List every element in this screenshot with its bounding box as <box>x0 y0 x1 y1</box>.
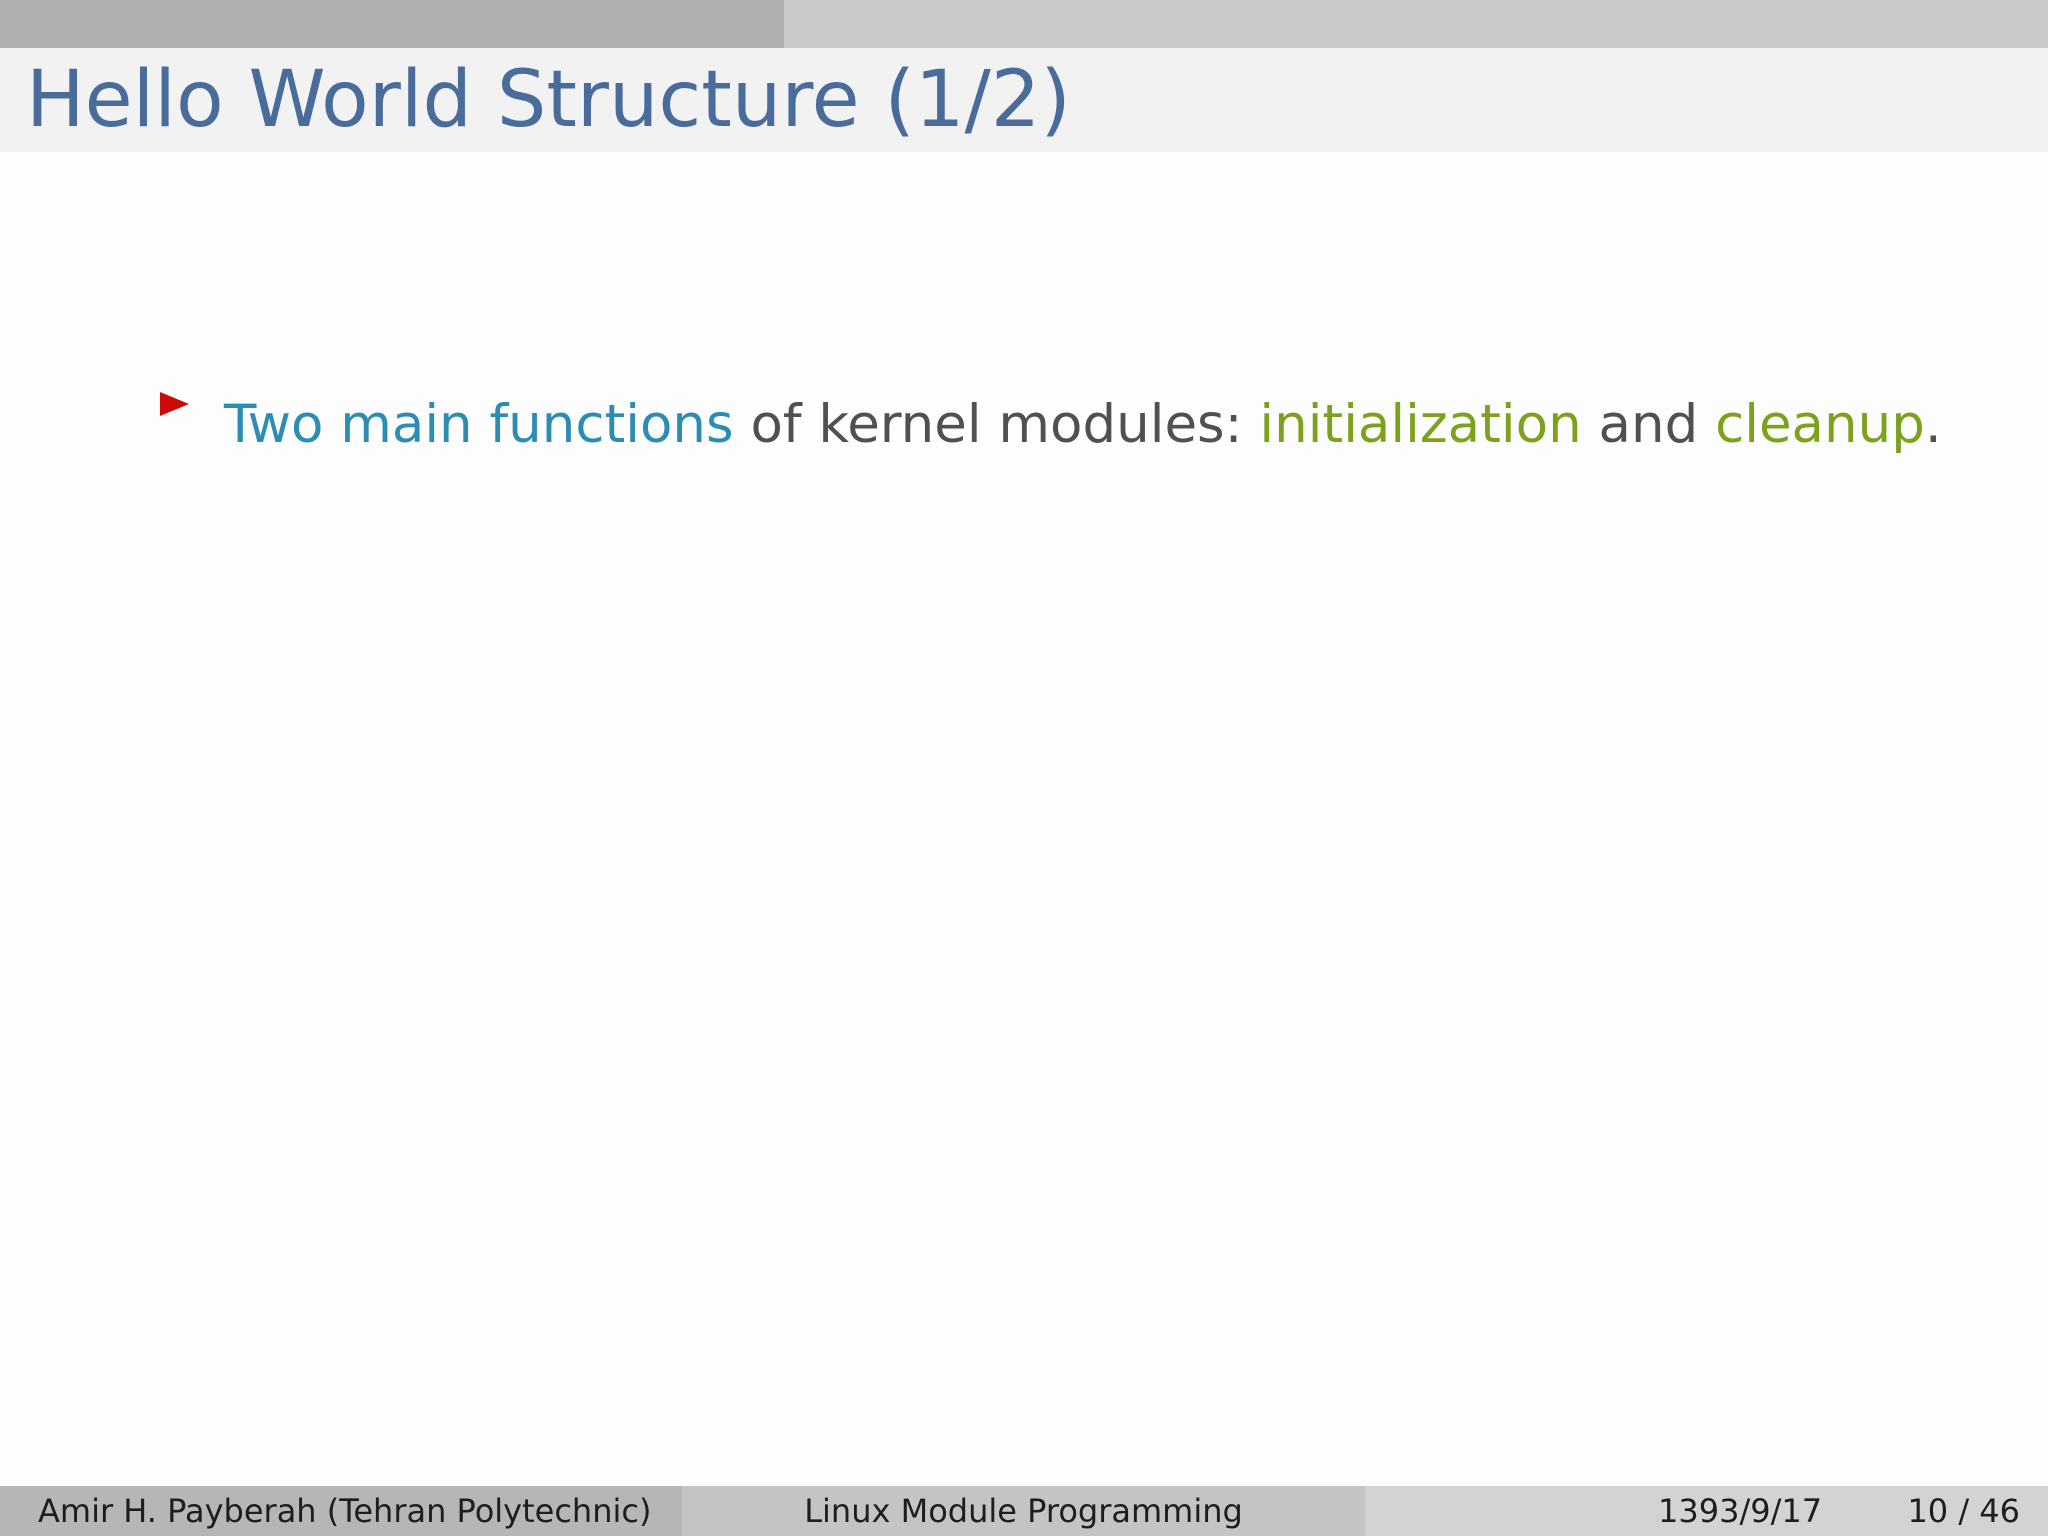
footer-info-section: 1393/9/17 10 / 46 <box>1365 1486 2048 1536</box>
slide-progress-fill <box>0 0 784 48</box>
bullet-item: Two main functions of kernel modules: in… <box>224 388 1942 462</box>
slide-content <box>0 152 2048 1486</box>
footer-title-section: Linux Module Programming <box>682 1486 1365 1536</box>
highlight-term: initialization <box>1259 394 1582 455</box>
bullet-triangle-icon <box>160 392 189 416</box>
bullet-text-segment: and <box>1581 394 1716 455</box>
bullet-text-segment: . <box>1924 394 1942 455</box>
bullet-text-segment: of kernel modules: <box>733 394 1260 455</box>
page-number: 10 / 46 <box>1907 1492 2020 1530</box>
slide-progress-bar <box>0 0 2048 48</box>
slide-title: Hello World Structure (1/2) <box>26 55 1071 145</box>
footer-author: Amir H. Payberah (Tehran Polytechnic) <box>38 1492 652 1530</box>
highlight-term: cleanup <box>1715 394 1925 455</box>
footer-title: Linux Module Programming <box>804 1492 1243 1530</box>
footer-author-section: Amir H. Payberah (Tehran Polytechnic) <box>0 1486 682 1536</box>
footer-date: 1393/9/17 <box>1658 1492 1823 1530</box>
footer: Amir H. Payberah (Tehran Polytechnic) Li… <box>0 1486 2048 1536</box>
highlight-term: Two main functions <box>224 394 734 455</box>
